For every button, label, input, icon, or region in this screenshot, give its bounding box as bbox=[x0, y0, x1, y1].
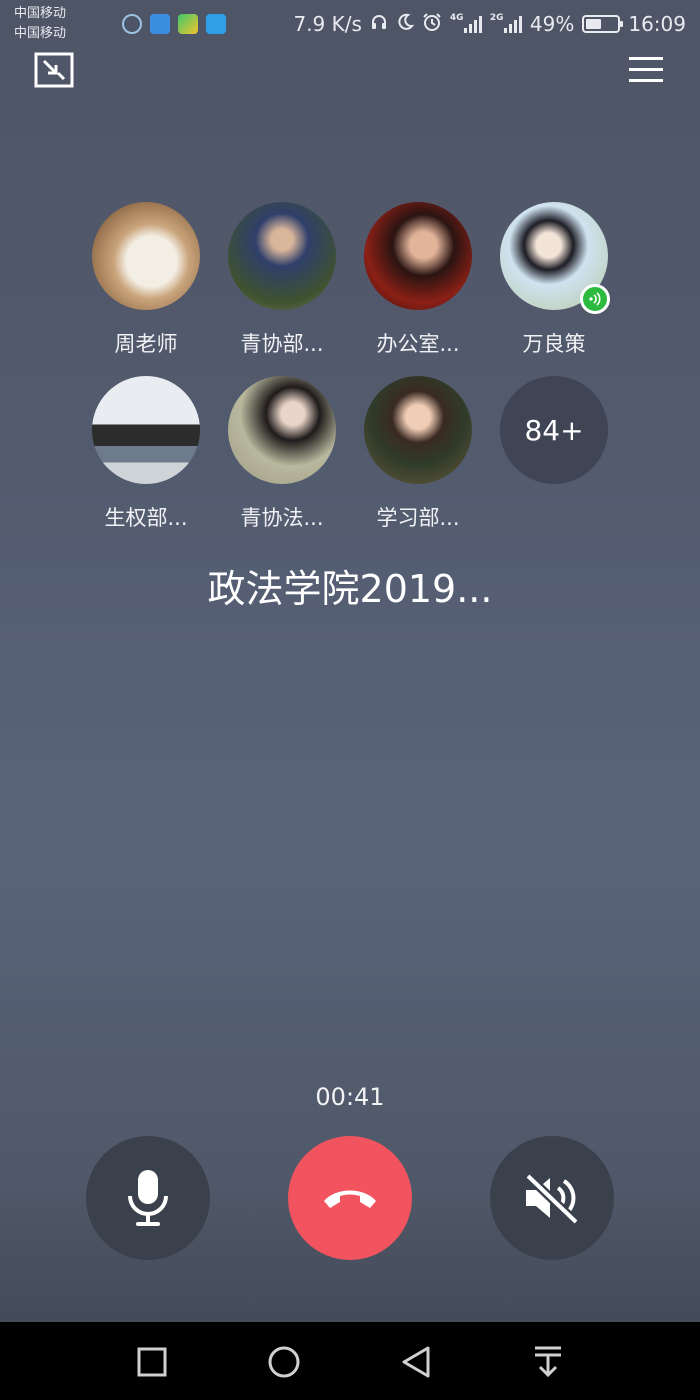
member-name: 周老师 bbox=[114, 332, 178, 356]
member-name: 学习部... bbox=[376, 506, 460, 530]
alarm-icon bbox=[422, 12, 442, 37]
group-title: 政法学院2019... bbox=[207, 567, 493, 611]
back-button[interactable] bbox=[394, 1340, 438, 1384]
store-app-icon bbox=[150, 14, 170, 34]
menu-icon bbox=[629, 57, 663, 82]
navigation-bar bbox=[0, 1322, 700, 1400]
call-timer: 00:41 bbox=[315, 1083, 385, 1111]
member-item[interactable]: 办公室... bbox=[363, 202, 473, 358]
network-speed: 7.9 K/s bbox=[293, 12, 362, 36]
notification-pulldown-button[interactable] bbox=[526, 1340, 570, 1384]
recents-button[interactable] bbox=[130, 1340, 174, 1384]
avatar bbox=[364, 376, 472, 484]
member-name: 办公室... bbox=[376, 332, 460, 356]
member-item[interactable]: 青协部... bbox=[227, 202, 337, 358]
avatar bbox=[92, 376, 200, 484]
minimize-button[interactable] bbox=[34, 52, 74, 88]
call-app-icon bbox=[122, 14, 142, 34]
member-item[interactable]: 学习部... bbox=[363, 376, 473, 532]
more-count: 84+ bbox=[500, 376, 608, 484]
signal-2g-icon: 2G bbox=[489, 13, 522, 33]
circle-icon bbox=[268, 1346, 300, 1378]
member-item[interactable]: 万良策 bbox=[499, 202, 610, 358]
hangup-icon bbox=[324, 1190, 376, 1208]
more-members-button[interactable]: 84+ bbox=[499, 376, 609, 484]
member-name: 生权部... bbox=[104, 506, 188, 530]
carrier-2: 中国移动 bbox=[14, 26, 67, 41]
moon-icon bbox=[396, 13, 415, 36]
member-item[interactable]: 生权部... bbox=[91, 376, 201, 532]
speaker-muted-icon bbox=[524, 1172, 580, 1224]
avatar bbox=[92, 202, 200, 310]
video-app-icon bbox=[178, 14, 198, 34]
headphones-icon bbox=[370, 13, 388, 36]
minimize-icon bbox=[34, 52, 74, 88]
status-right: 7.9 K/s 4G 2G 49% 16:09 bbox=[293, 12, 686, 37]
avatar bbox=[364, 202, 472, 310]
hangup-button[interactable] bbox=[288, 1136, 412, 1260]
member-name: 青协法... bbox=[240, 506, 324, 530]
signal-4g-icon: 4G bbox=[449, 13, 482, 33]
square-icon bbox=[137, 1347, 167, 1377]
avatar bbox=[228, 202, 336, 310]
speaking-icon bbox=[580, 284, 610, 314]
member-name: 青协部... bbox=[240, 332, 324, 356]
battery-icon bbox=[582, 15, 624, 33]
shield-app-icon bbox=[206, 14, 226, 34]
microphone-icon bbox=[128, 1170, 168, 1226]
speaker-button[interactable] bbox=[490, 1136, 614, 1260]
clock: 16:09 bbox=[628, 12, 686, 36]
avatar bbox=[500, 202, 610, 314]
mute-button[interactable] bbox=[86, 1136, 210, 1260]
carrier-1: 中国移动 bbox=[14, 6, 67, 21]
notification-icons bbox=[122, 14, 226, 34]
member-item[interactable]: 青协法... bbox=[227, 376, 337, 532]
net-label-1: 4G bbox=[449, 13, 464, 23]
triangle-back-icon bbox=[402, 1346, 430, 1378]
carrier-info: 中国移动 中国移动 bbox=[14, 4, 114, 44]
home-button[interactable] bbox=[262, 1340, 306, 1384]
member-item[interactable]: 周老师 bbox=[91, 202, 201, 358]
avatar bbox=[228, 376, 336, 484]
pull-down-icon bbox=[535, 1346, 561, 1378]
menu-button[interactable] bbox=[626, 52, 666, 88]
member-name: 万良策 bbox=[522, 332, 586, 356]
net-label-2: 2G bbox=[489, 13, 504, 23]
status-bar: 中国移动 中国移动 7.9 K/s 4G 2G 49% 16:09 bbox=[0, 0, 700, 48]
battery-percent: 49% bbox=[529, 12, 575, 36]
